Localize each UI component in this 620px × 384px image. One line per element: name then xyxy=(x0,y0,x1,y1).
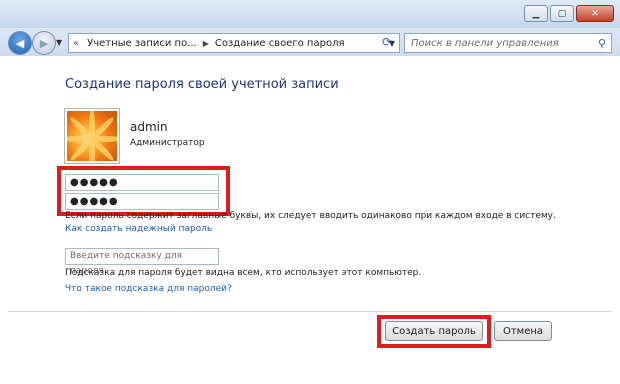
cancel-button[interactable]: Отмена xyxy=(494,321,552,341)
flower-picture-icon xyxy=(67,111,117,161)
search-box[interactable]: Поиск в панели управления ⚲ xyxy=(404,33,612,53)
forward-arrow-icon: ▶ xyxy=(39,36,49,50)
minimize-button[interactable]: ▁ xyxy=(524,5,548,22)
refresh-button[interactable]: ⟳ xyxy=(376,33,398,51)
breadcrumb-item[interactable]: Учетные записи по... xyxy=(83,38,201,49)
recent-pages-dropdown[interactable]: ▼ xyxy=(56,38,62,47)
minimize-icon: ▁ xyxy=(532,8,540,19)
breadcrumb-item[interactable]: Создание своего пароля xyxy=(211,38,349,49)
avatar xyxy=(64,108,120,164)
forward-button[interactable]: ▶ xyxy=(32,31,56,55)
refresh-icon: ⟳ xyxy=(381,35,393,49)
maximize-button[interactable]: ▢ xyxy=(550,5,574,22)
hint-visibility-note: Подсказка для пароля будет видна всем, к… xyxy=(65,268,422,278)
back-button[interactable]: ◀ xyxy=(8,31,32,55)
highlight-box-passwords xyxy=(57,166,230,216)
back-arrow-icon: ◀ xyxy=(15,36,25,50)
page-title: Создание пароля своей учетной записи xyxy=(65,77,339,92)
close-icon: ✕ xyxy=(591,8,599,19)
main-content: Создание пароля своей учетной записи adm… xyxy=(0,56,620,384)
user-name: admin xyxy=(130,120,168,134)
case-sensitivity-note: Если пароль содержит заглавные буквы, их… xyxy=(65,211,556,221)
search-icon[interactable]: ⚲ xyxy=(593,37,611,50)
window-controls: ▁ ▢ ✕ xyxy=(522,5,614,22)
hint-help-link[interactable]: Что такое подсказка для паролей? xyxy=(65,284,232,294)
breadcrumb-separator-icon[interactable]: ▶ xyxy=(201,39,211,48)
divider xyxy=(8,311,612,312)
address-bar[interactable]: « Учетные записи по... ▶ Создание своего… xyxy=(68,33,400,53)
control-panel-icon: « xyxy=(73,37,80,49)
search-input[interactable]: Поиск в панели управления xyxy=(405,38,593,49)
highlight-box-create xyxy=(377,315,491,348)
maximize-icon: ▢ xyxy=(557,8,567,19)
title-bar: ▁ ▢ ✕ xyxy=(0,0,620,28)
navigation-bar: ◀ ▶ ▼ « Учетные записи по... ▶ Создание … xyxy=(0,28,620,56)
user-role: Администратор xyxy=(130,138,205,148)
strong-password-link[interactable]: Как создать надежный пароль xyxy=(65,224,212,234)
close-button[interactable]: ✕ xyxy=(576,5,614,22)
password-hint-field[interactable]: Введите подсказку для пароля xyxy=(65,248,219,276)
